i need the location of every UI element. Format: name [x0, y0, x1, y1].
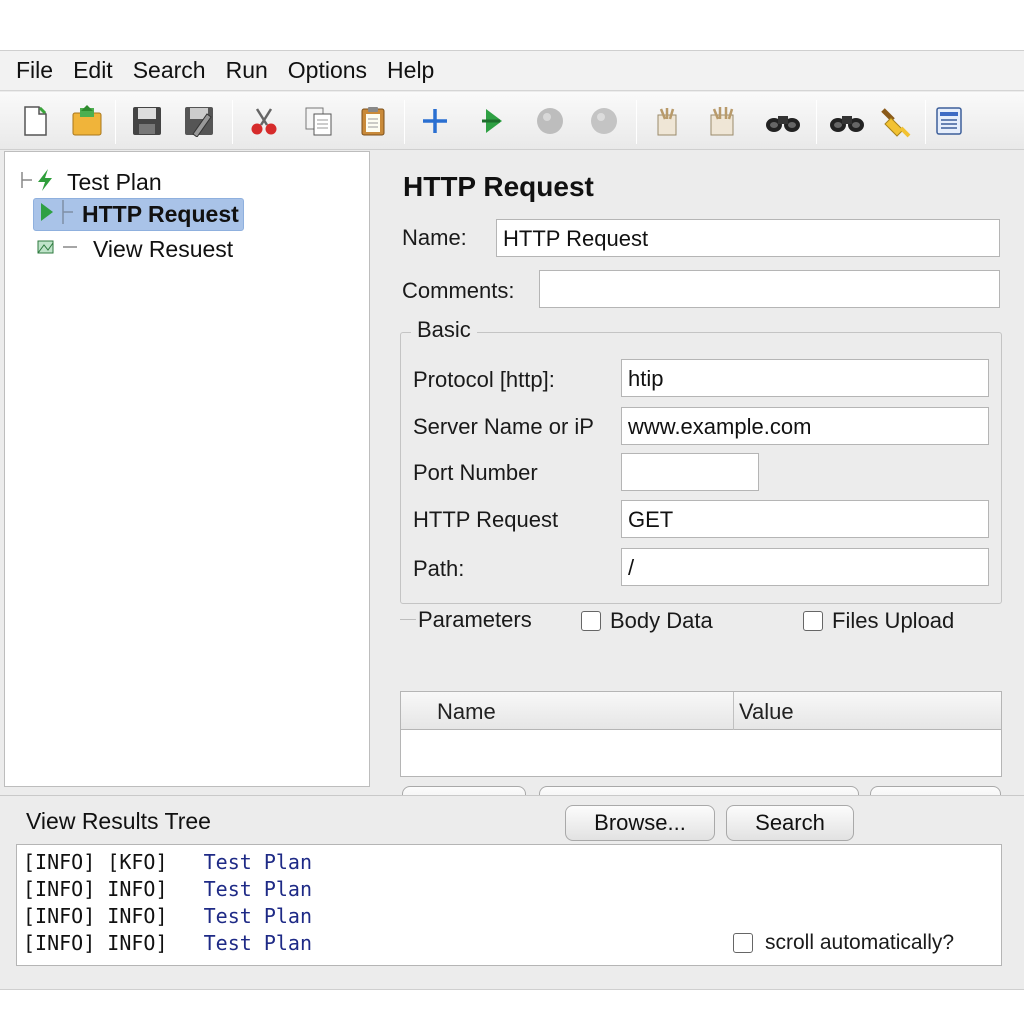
log-area[interactable]: [INFO] [KFO] Test Plan [INFO] INFO] Test…	[16, 844, 1002, 966]
tree-item-label: Test Plan	[67, 169, 162, 195]
test-plan-icon	[35, 168, 55, 197]
start-icon[interactable]	[474, 102, 512, 140]
tree-item-test-plan[interactable]: Test Plan	[19, 168, 162, 197]
search-icon[interactable]	[764, 102, 802, 140]
test-plan-tree: Test Plan HTTP Request View Resuest	[4, 151, 370, 787]
tree-branch-icon	[60, 200, 76, 229]
menu-help[interactable]: Help	[387, 57, 434, 84]
protocol-label: Protocol [http]:	[413, 367, 555, 392]
sampler-icon	[38, 200, 56, 229]
tree-branch-icon	[61, 237, 79, 262]
reset-search-icon[interactable]	[828, 102, 866, 140]
protocol-field[interactable]: htip	[621, 359, 989, 397]
tree-item-http-request[interactable]: HTTP Request	[33, 198, 244, 231]
clear-icon[interactable]	[648, 102, 686, 140]
log-line: [INFO] INFO] Test Plan	[23, 904, 313, 928]
function-helper-icon[interactable]	[877, 102, 915, 140]
menu-edit[interactable]: Edit	[73, 57, 113, 84]
http-request-editor: HTTP Request Name: HTTP Request Comments…	[384, 151, 1020, 826]
page-title: HTTP Request	[403, 171, 594, 202]
results-title: View Results Tree	[26, 808, 211, 834]
browse-button[interactable]: Browse...	[565, 805, 715, 841]
menu-bar: File Edit Search Run Options Help	[0, 51, 1024, 91]
scroll-automatically-label: scroll automatically?	[765, 931, 955, 954]
splitter[interactable]	[373, 151, 383, 787]
save-as-icon[interactable]	[180, 102, 218, 140]
copy-icon[interactable]	[300, 102, 338, 140]
menu-search[interactable]: Search	[133, 57, 206, 84]
paste-icon[interactable]	[354, 102, 392, 140]
tree-item-view-results[interactable]: View Resuest	[35, 236, 233, 263]
port-label: Port Number	[413, 460, 538, 485]
tab-parameters[interactable]: Parameters	[418, 607, 532, 633]
column-value-header[interactable]: Value	[739, 699, 794, 725]
tree-branch-icon	[19, 170, 35, 195]
parameters-table[interactable]: Name Value	[400, 691, 1002, 777]
basic-section: Basic Protocol [http]: htip Server Name …	[400, 317, 1002, 604]
path-field[interactable]: /	[621, 548, 989, 586]
help-icon[interactable]	[930, 102, 968, 140]
method-field[interactable]: GET	[621, 500, 989, 538]
cut-icon[interactable]	[245, 102, 283, 140]
save-icon[interactable]	[128, 102, 166, 140]
name-label: Name:	[402, 225, 467, 250]
tree-item-label: HTTP Request	[82, 201, 239, 227]
log-line: [INFO] [KFO] Test Plan	[23, 850, 313, 874]
server-name-field[interactable]: www.example.com	[621, 407, 989, 445]
stop-icon[interactable]	[531, 102, 569, 140]
listener-icon	[35, 237, 57, 262]
files-upload-label: Files Upload	[832, 608, 955, 633]
port-field[interactable]	[621, 453, 759, 491]
templates-icon[interactable]	[68, 102, 106, 140]
column-name-header[interactable]: Name	[437, 699, 496, 725]
body-data-checkbox[interactable]	[581, 611, 601, 631]
shutdown-icon[interactable]	[585, 102, 623, 140]
body-data-label: Body Data	[610, 608, 713, 633]
method-label: HTTP Request	[413, 507, 559, 532]
table-header: Name Value	[401, 692, 1001, 730]
menu-run[interactable]: Run	[226, 57, 268, 84]
app-window: File Edit Search Run Options Help Test P…	[0, 50, 1024, 990]
log-line: [INFO] INFO] Test Plan	[23, 877, 313, 901]
menu-file[interactable]: File	[16, 57, 53, 84]
clear-all-icon[interactable]	[703, 102, 741, 140]
tree-item-label: View Resuest	[93, 236, 234, 262]
comments-field[interactable]	[539, 270, 1000, 308]
toolbar	[0, 92, 1024, 150]
search-button[interactable]: Search	[726, 805, 854, 841]
basic-legend: Basic	[411, 317, 477, 343]
path-label: Path:	[413, 556, 465, 581]
menu-options[interactable]: Options	[288, 57, 367, 84]
name-field[interactable]: HTTP Request	[496, 219, 1000, 257]
view-results-tree-panel: View Results Tree Browse... Search [INFO…	[0, 795, 1024, 989]
files-upload-checkbox[interactable]	[803, 611, 823, 631]
server-name-label: Server Name or iP	[413, 414, 594, 439]
add-icon[interactable]	[416, 102, 454, 140]
log-line: [INFO] INFO] Test Plan	[23, 931, 313, 955]
scroll-automatically-checkbox[interactable]	[733, 933, 753, 953]
new-icon[interactable]	[16, 102, 54, 140]
comments-label: Comments:	[402, 278, 515, 303]
